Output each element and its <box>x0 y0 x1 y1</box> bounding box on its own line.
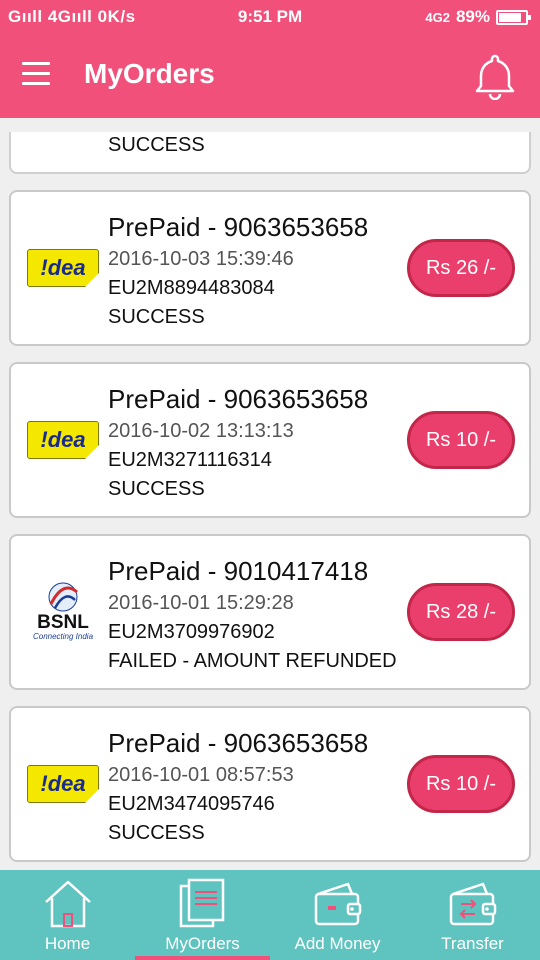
idea-logo-text: !dea <box>40 771 86 796</box>
orders-list[interactable]: SUCCESS !dea PrePaid - 9063653658 2016-1… <box>0 132 540 870</box>
amount-button[interactable]: Rs 10 /- <box>407 411 515 469</box>
idea-logo: !dea <box>27 765 99 803</box>
status-bar: Gııll 4Gııll 0K/s 9:51 PM 4G2 89% <box>0 0 540 34</box>
bsnl-name: BSNL <box>37 612 89 633</box>
bottom-nav: Home MyOrders Add Money Transfer <box>0 870 540 960</box>
bsnl-tagline: Connecting India <box>32 632 94 641</box>
order-datetime: 2016-10-03 15:39:46 <box>108 248 294 270</box>
order-status: SUCCESS <box>108 478 205 500</box>
battery-icon <box>496 9 531 25</box>
bsnl-globe-icon <box>48 582 78 612</box>
order-title: PrePaid - 9063653658 <box>108 212 369 242</box>
order-title: PrePaid - 9063653658 <box>108 384 369 414</box>
battery-percent: 89% <box>455 7 490 26</box>
bell-icon[interactable] <box>472 52 518 100</box>
page-title: MyOrders <box>84 58 215 89</box>
idea-logo: !dea <box>27 249 99 287</box>
operator-logo-idea: !dea <box>25 414 101 466</box>
order-txn-id: EU2M3271116314 <box>108 449 272 471</box>
nav-transfer-label: Transfer <box>441 934 504 953</box>
status-right: 4G2 89% <box>425 7 531 27</box>
order-txn-id: EU2M8894483084 <box>108 277 275 299</box>
home-icon <box>44 880 91 928</box>
order-card[interactable]: BSNL Connecting India PrePaid - 90104174… <box>9 534 531 690</box>
order-txn-id: EU2M3709976902 <box>108 621 275 643</box>
order-status: SUCCESS <box>108 822 205 844</box>
order-datetime: 2016-10-01 15:29:28 <box>108 592 294 614</box>
order-title: PrePaid - 9063653658 <box>108 728 369 758</box>
transfer-wallet-icon <box>449 882 496 926</box>
amount-button[interactable]: Rs 28 /- <box>407 583 515 641</box>
order-status: SUCCESS <box>108 134 205 156</box>
order-datetime: 2016-10-02 13:13:13 <box>108 420 294 442</box>
amount-button[interactable]: Rs 10 /- <box>407 755 515 813</box>
nav-home-label: Home <box>44 934 91 953</box>
bsnl-logo: BSNL Connecting India <box>25 580 101 642</box>
order-card[interactable]: !dea PrePaid - 9063653658 2016-10-02 13:… <box>9 362 531 518</box>
order-card[interactable]: !dea PrePaid - 9063653658 2016-10-03 15:… <box>9 190 531 346</box>
order-datetime: 2016-10-01 08:57:53 <box>108 764 294 786</box>
nav-transfer[interactable]: Transfer <box>405 870 540 960</box>
order-title: PrePaid - 9010417418 <box>108 556 369 586</box>
order-card[interactable]: !dea PrePaid - 9063653658 2016-10-01 08:… <box>9 706 531 862</box>
nav-myorders[interactable]: MyOrders <box>135 870 270 960</box>
idea-logo-text: !dea <box>40 427 86 452</box>
hamburger-icon[interactable] <box>22 62 62 90</box>
app-bar: MyOrders <box>0 34 540 118</box>
signal-label: 4G2 <box>425 9 450 25</box>
operator-logo-idea: !dea <box>25 758 101 810</box>
order-txn-id: EU2M3474095746 <box>108 793 275 815</box>
nav-add-money-label: Add Money <box>294 934 381 953</box>
order-card-partial[interactable]: SUCCESS <box>9 132 531 174</box>
nav-add-money[interactable]: Add Money <box>270 870 405 960</box>
orders-icon <box>179 878 224 928</box>
nav-myorders-label: MyOrders <box>165 934 240 953</box>
operator-logo-idea: !dea <box>25 242 101 294</box>
order-status: FAILED - AMOUNT REFUNDED <box>108 650 397 672</box>
active-tab-indicator <box>135 956 270 960</box>
operator-logo-bsnl: BSNL Connecting India <box>25 578 101 644</box>
wallet-icon <box>314 882 361 926</box>
idea-logo-text: !dea <box>40 255 86 280</box>
order-status: SUCCESS <box>108 306 205 328</box>
amount-button[interactable]: Rs 26 /- <box>407 239 515 297</box>
idea-logo: !dea <box>27 421 99 459</box>
nav-home[interactable]: Home <box>0 870 135 960</box>
